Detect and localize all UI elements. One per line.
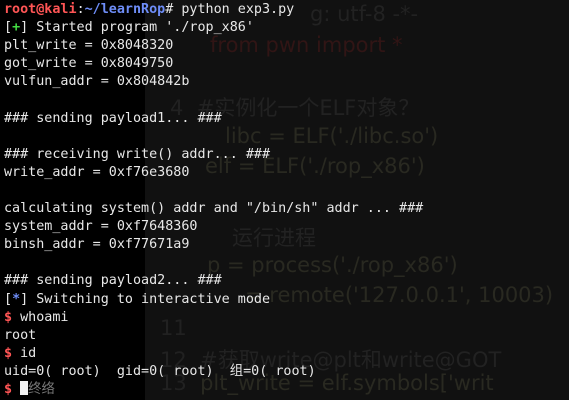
system-addr-line: system_addr = 0xf7648360 bbox=[4, 219, 198, 235]
id-output-line: uid=0( root) gid=0( root) 组=0( root) bbox=[4, 363, 316, 379]
got-write-line: got_write = 0x8049750 bbox=[4, 56, 174, 72]
receiving-line: ### receiving write() addr... ### bbox=[4, 146, 271, 162]
shell-dollar-prompt: $ bbox=[4, 309, 13, 325]
switching-line: [*] Switching to interactive mode bbox=[4, 291, 271, 307]
shell-dollar-prompt: $ bbox=[4, 345, 13, 361]
terminal-output: root@kali:~/learnRop# python exp3.py [+]… bbox=[4, 1, 423, 399]
binsh-addr-line: binsh_addr = 0xf77671a9 bbox=[4, 237, 190, 253]
prompt-command: python exp3.py bbox=[181, 2, 295, 17]
started-line: [+] Started program './rop_x86' bbox=[4, 20, 254, 36]
whoami-output-line: root bbox=[4, 327, 37, 343]
prompt-path: ~/learnRop bbox=[84, 2, 166, 17]
success-plus-icon: + bbox=[12, 20, 21, 36]
plt-write-line: plt_write = 0x8048320 bbox=[4, 38, 174, 54]
id-command-line: $ id bbox=[4, 345, 37, 361]
ghost-text: 终络 bbox=[28, 381, 55, 397]
info-star-icon: * bbox=[12, 291, 21, 307]
vulfun-addr-line: vulfun_addr = 0x804842b bbox=[4, 74, 190, 90]
sending-payload1-line: ### sending payload1... ### bbox=[4, 110, 222, 126]
shell-dollar-prompt: $ bbox=[4, 381, 13, 397]
write-addr-line: write_addr = 0xf76e3680 bbox=[4, 164, 190, 180]
sending-payload2-line: ### sending payload2... ### bbox=[4, 273, 222, 289]
calculating-line: calculating system() addr and "/bin/sh" … bbox=[4, 201, 424, 217]
input-line[interactable]: $ 终络 bbox=[4, 380, 423, 399]
terminal-prompt-line: root@kali:~/learnRop# python exp3.py bbox=[4, 2, 295, 17]
whoami-command-line: $ whoami bbox=[4, 309, 69, 325]
text-cursor[interactable] bbox=[20, 380, 29, 395]
terminal-window[interactable]: root@kali:~/learnRop# python exp3.py [+]… bbox=[0, 0, 569, 400]
prompt-user-host: root@kali bbox=[4, 2, 77, 17]
